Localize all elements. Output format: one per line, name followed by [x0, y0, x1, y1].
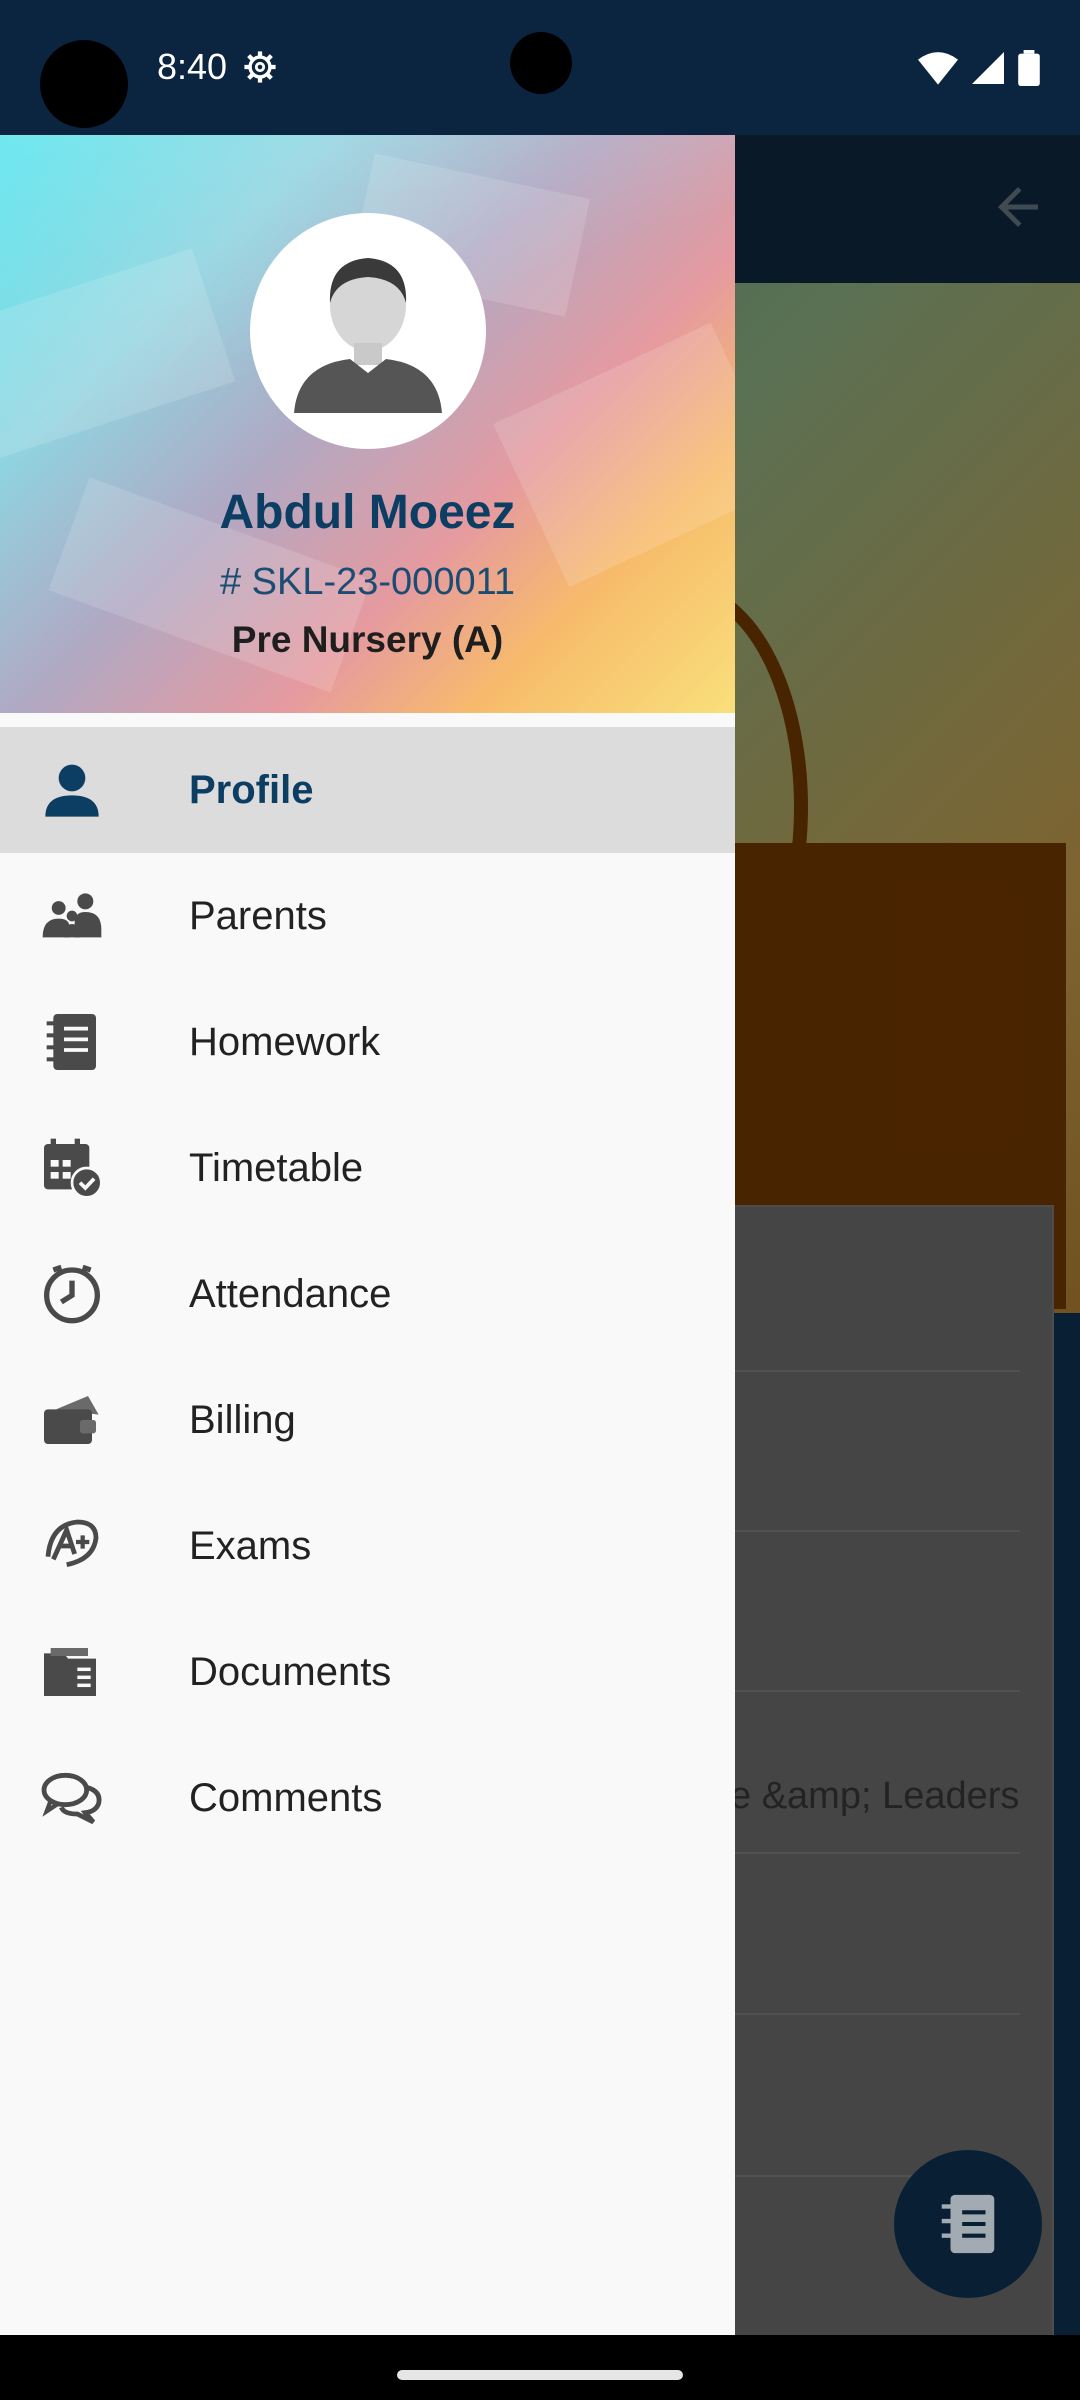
grade-icon [45, 1519, 99, 1568]
folder-icon [44, 1648, 96, 1696]
menu-item-comments[interactable]: Comments [0, 1735, 735, 1861]
settings-gear-icon [244, 51, 276, 83]
notebook-icon [46, 1014, 96, 1070]
wifi-icon [918, 52, 958, 85]
menu-item-label: Homework [189, 1020, 381, 1064]
menu-item-timetable[interactable]: Timetable [0, 1105, 735, 1231]
status-bar: 8:40 [0, 0, 1080, 135]
menu-item-homework[interactable]: Homework [0, 979, 735, 1105]
drawer-menu: Profile Parents Homework Timetable Atten… [0, 727, 735, 1861]
person-icon [45, 764, 99, 817]
clock-icon [44, 1264, 100, 1324]
menu-item-label: Profile [189, 768, 314, 812]
navigation-bar [0, 2335, 1080, 2400]
menu-item-exams[interactable]: Exams [0, 1483, 735, 1609]
menu-item-billing[interactable]: Billing [0, 1357, 735, 1483]
comments-icon [41, 1772, 102, 1825]
menu-item-label: Attendance [189, 1272, 392, 1316]
menu-item-label: Billing [189, 1398, 296, 1442]
user-name: Abdul Moeez [219, 486, 516, 539]
menu-item-label: Exams [189, 1524, 312, 1568]
front-camera [510, 32, 572, 94]
menu-item-profile[interactable]: Profile [0, 727, 735, 853]
signal-icon [972, 52, 1004, 84]
status-time: 8:40 [157, 46, 228, 87]
menu-item-label: Parents [189, 894, 327, 938]
menu-item-label: Comments [189, 1776, 383, 1820]
parents-icon [42, 893, 102, 938]
menu-item-attendance[interactable]: Attendance [0, 1231, 735, 1357]
calendar-icon [44, 1138, 103, 1199]
header-shard [0, 248, 236, 462]
header-shard [493, 322, 735, 588]
user-avatar-icon [294, 258, 442, 413]
camera-cutout [40, 40, 128, 128]
avatar[interactable] [250, 213, 486, 449]
menu-item-label: Documents [189, 1650, 392, 1694]
menu-item-label: Timetable [189, 1146, 364, 1190]
wallet-icon [44, 1396, 99, 1444]
user-class: Pre Nursery (A) [231, 619, 504, 660]
menu-item-documents[interactable]: Documents [0, 1609, 735, 1735]
battery-icon [1018, 50, 1040, 86]
home-indicator[interactable] [397, 2370, 683, 2380]
navigation-drawer: Abdul Moeez # SKL-23-000011 Pre Nursery … [0, 135, 735, 2335]
user-id-code: # SKL-23-000011 [219, 561, 516, 603]
menu-item-parents[interactable]: Parents [0, 853, 735, 979]
drawer-header: Abdul Moeez # SKL-23-000011 Pre Nursery … [0, 135, 735, 713]
